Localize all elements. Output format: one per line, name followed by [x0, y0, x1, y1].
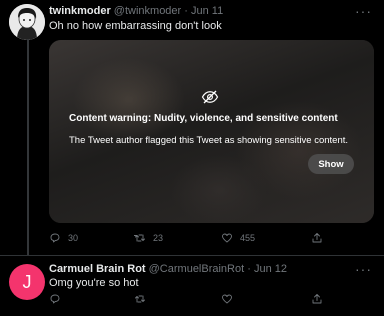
share-button[interactable] — [311, 232, 323, 244]
author-handle[interactable]: @CarmuelBrainRot — [149, 263, 245, 275]
author-name[interactable]: Carmuel Brain Rot — [49, 263, 146, 275]
reply-button[interactable]: 30 — [49, 232, 78, 244]
author-name[interactable]: twinkmoder — [49, 5, 111, 17]
show-button[interactable]: Show — [308, 154, 354, 174]
retweet-icon — [135, 295, 145, 303]
separator: · — [247, 263, 251, 275]
retweet-button[interactable]: 23 — [134, 232, 163, 244]
content-warning-body: The Tweet author flagged this Tweet as s… — [69, 135, 349, 146]
reply-icon — [50, 233, 60, 243]
share-icon — [312, 233, 322, 243]
like-button[interactable]: 455 — [221, 232, 255, 244]
share-button[interactable] — [311, 293, 323, 305]
more-options-button[interactable]: ··· — [355, 3, 372, 19]
share-icon — [312, 294, 322, 304]
tweet[interactable]: twinkmoder @twinkmoder · Jun 11 ··· Oh n… — [0, 0, 384, 256]
separator: · — [184, 5, 188, 17]
reply-count: 30 — [68, 233, 79, 243]
more-options-button[interactable]: ··· — [355, 261, 372, 277]
like-count: 455 — [240, 233, 256, 243]
reply-icon — [50, 294, 60, 304]
heart-icon — [222, 233, 232, 243]
heart-icon — [222, 294, 232, 304]
tweet-actions — [49, 293, 329, 309]
retweet-count: 23 — [153, 233, 164, 243]
retweet-button[interactable] — [134, 293, 146, 305]
tweet-text: Omg you're so hot — [49, 277, 139, 289]
author-handle[interactable]: @twinkmoder — [114, 5, 181, 17]
reply-button[interactable] — [49, 293, 61, 305]
eye-slash-icon — [201, 90, 219, 104]
tweet-divider — [0, 255, 384, 256]
tweet-actions: 30 23 455 — [49, 232, 329, 248]
tweet-date[interactable]: Jun 12 — [254, 263, 287, 275]
avatar-image — [9, 4, 45, 40]
retweet-icon — [134, 234, 145, 242]
content-warning-title: Content warning: Nudity, violence, and s… — [69, 113, 338, 124]
tweet-header: twinkmoder @twinkmoder · Jun 11 — [49, 4, 223, 18]
avatar[interactable]: J — [9, 264, 45, 300]
avatar[interactable] — [9, 4, 45, 40]
thread-line — [27, 39, 29, 256]
tweet-date[interactable]: Jun 11 — [191, 5, 223, 17]
tweet-header: Carmuel Brain Rot @CarmuelBrainRot · Jun… — [49, 262, 287, 276]
like-button[interactable] — [221, 293, 233, 305]
tweet-text: Oh no how embarrassing don't look — [49, 20, 222, 32]
blurred-image — [49, 40, 374, 223]
avatar-letter: J — [22, 271, 32, 292]
sensitive-media[interactable]: Content warning: Nudity, violence, and s… — [49, 40, 374, 223]
